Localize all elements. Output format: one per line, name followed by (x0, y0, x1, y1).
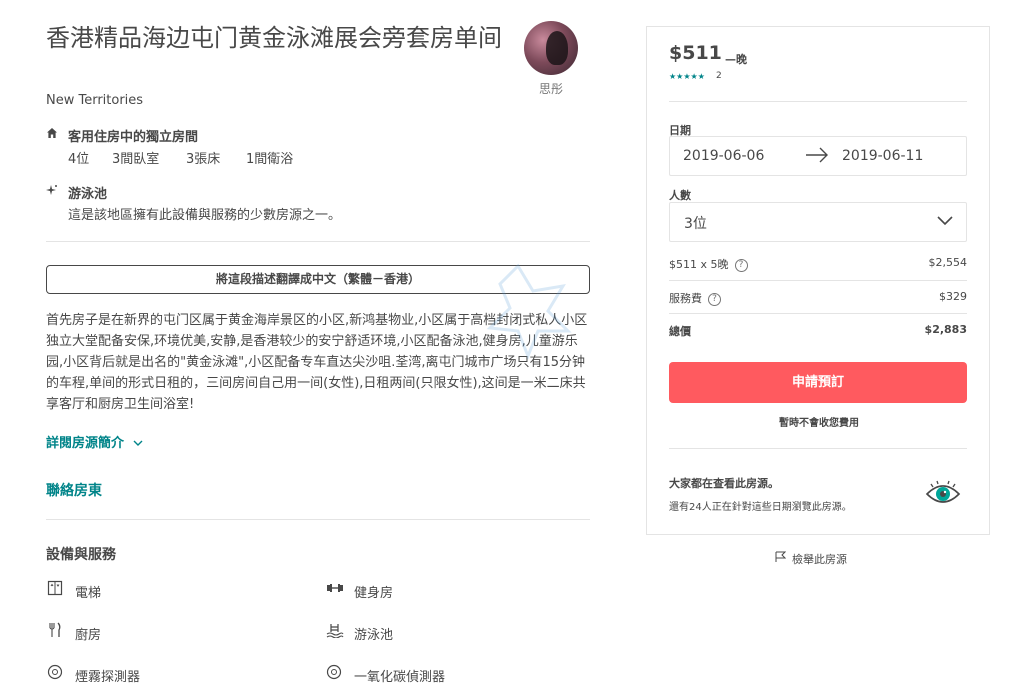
date-range-picker[interactable]: 2019-06-06 2019-06-11 (669, 136, 967, 176)
guest-count: 4位 (68, 152, 90, 167)
report-listing-label: 檢舉此房源 (792, 553, 847, 566)
chevron-down-icon (133, 436, 143, 451)
card-divider (669, 280, 967, 281)
checkin-date[interactable]: 2019-06-06 (683, 148, 764, 164)
pool-highlight-subtitle: 這是該地區擁有此設備與服務的少數房源之一。 (68, 208, 342, 223)
card-divider (669, 448, 967, 449)
host-name[interactable]: 思彤 (536, 80, 566, 97)
amenity-elevator: 電梯 (75, 586, 102, 601)
section-divider (46, 241, 590, 242)
checkout-date[interactable]: 2019-06-11 (842, 148, 923, 164)
popularity-subtitle: 還有24人正在針對這些日期瀏覽此房源。 (669, 502, 852, 513)
card-divider (669, 313, 967, 314)
total-value: $2,883 (924, 323, 967, 336)
bedroom-count: 3間臥室 (112, 152, 160, 167)
pool-highlight-title: 游泳池 (68, 187, 108, 202)
guests-label: 人數 (669, 189, 691, 202)
co-detector-icon (326, 664, 342, 684)
info-icon[interactable]: ? (734, 258, 748, 272)
amenity-kitchen: 廚房 (75, 628, 102, 643)
smoke-detector-icon (47, 664, 63, 684)
info-icon[interactable]: ? (708, 292, 721, 306)
contact-host-link[interactable]: 聯絡房東 (46, 480, 102, 500)
translate-button[interactable]: 將這段描述翻譯成中文（繁體－香港） (46, 265, 590, 294)
elevator-icon (47, 580, 63, 600)
read-more-label: 詳閱房源簡介 (46, 436, 125, 451)
section-divider (46, 519, 590, 520)
per-night-label: —晚 (725, 53, 747, 66)
amenity-pool: 游泳池 (354, 628, 394, 643)
amenity-co-detector: 一氧化碳偵測器 (354, 670, 446, 685)
request-booking-button[interactable]: 申請預訂 (669, 362, 967, 403)
listing-description: 首先房子是在新界的屯门区属于黄金海岸景区的小区,新鸿基物业,小区属于高档封闭式私… (46, 313, 588, 412)
listing-location: New Territories (46, 93, 144, 108)
bath-count: 1間衛浴 (246, 152, 294, 167)
nightly-price: $511 (669, 42, 722, 64)
dumbbell-icon (326, 580, 344, 600)
nightly-breakdown-value: $2,554 (928, 256, 968, 269)
home-icon (46, 127, 58, 142)
amenity-smoke-detector: 煙霧探測器 (75, 670, 141, 685)
rating-stars[interactable]: ★★★★★ (669, 72, 705, 81)
nightly-breakdown-label: $511 x 5晚? (669, 256, 748, 272)
booking-card: $511 —晚 ★★★★★ 2 日期 2019-06-06 2019-06-11… (646, 26, 990, 535)
total-label: 總價 (669, 325, 691, 338)
chevron-down-icon (936, 211, 954, 229)
room-type-title: 客用住房中的獨立房間 (68, 130, 199, 145)
guests-select[interactable]: 3位 (669, 202, 967, 242)
nightly-breakdown-text: $511 x 5晚 (669, 258, 729, 271)
report-listing-link[interactable]: 檢舉此房源 (775, 551, 847, 567)
eye-icon (925, 480, 961, 503)
guests-value: 3位 (684, 216, 707, 232)
card-divider (669, 101, 967, 102)
listing-title: 香港精品海边屯门黄金泳滩展会旁套房单间 (46, 24, 502, 52)
review-count[interactable]: 2 (716, 71, 722, 81)
service-fee-label: 服務費? (669, 290, 721, 306)
amenity-gym: 健身房 (354, 586, 394, 601)
arrow-right-icon (804, 145, 830, 170)
host-avatar[interactable] (524, 21, 578, 75)
sparkle-icon (46, 184, 58, 199)
bed-count: 3張床 (186, 152, 221, 167)
amenities-title: 設備與服務 (46, 547, 116, 563)
service-fee-value: $329 (939, 290, 967, 303)
kitchen-icon (47, 622, 63, 642)
popularity-title: 大家都在查看此房源。 (669, 477, 779, 490)
pool-icon (326, 622, 344, 642)
no-charge-note: 暫時不會收您費用 (779, 418, 859, 429)
flag-icon (775, 551, 787, 566)
service-fee-text: 服務費 (669, 292, 702, 305)
read-more-link[interactable]: 詳閱房源簡介 (46, 432, 143, 451)
